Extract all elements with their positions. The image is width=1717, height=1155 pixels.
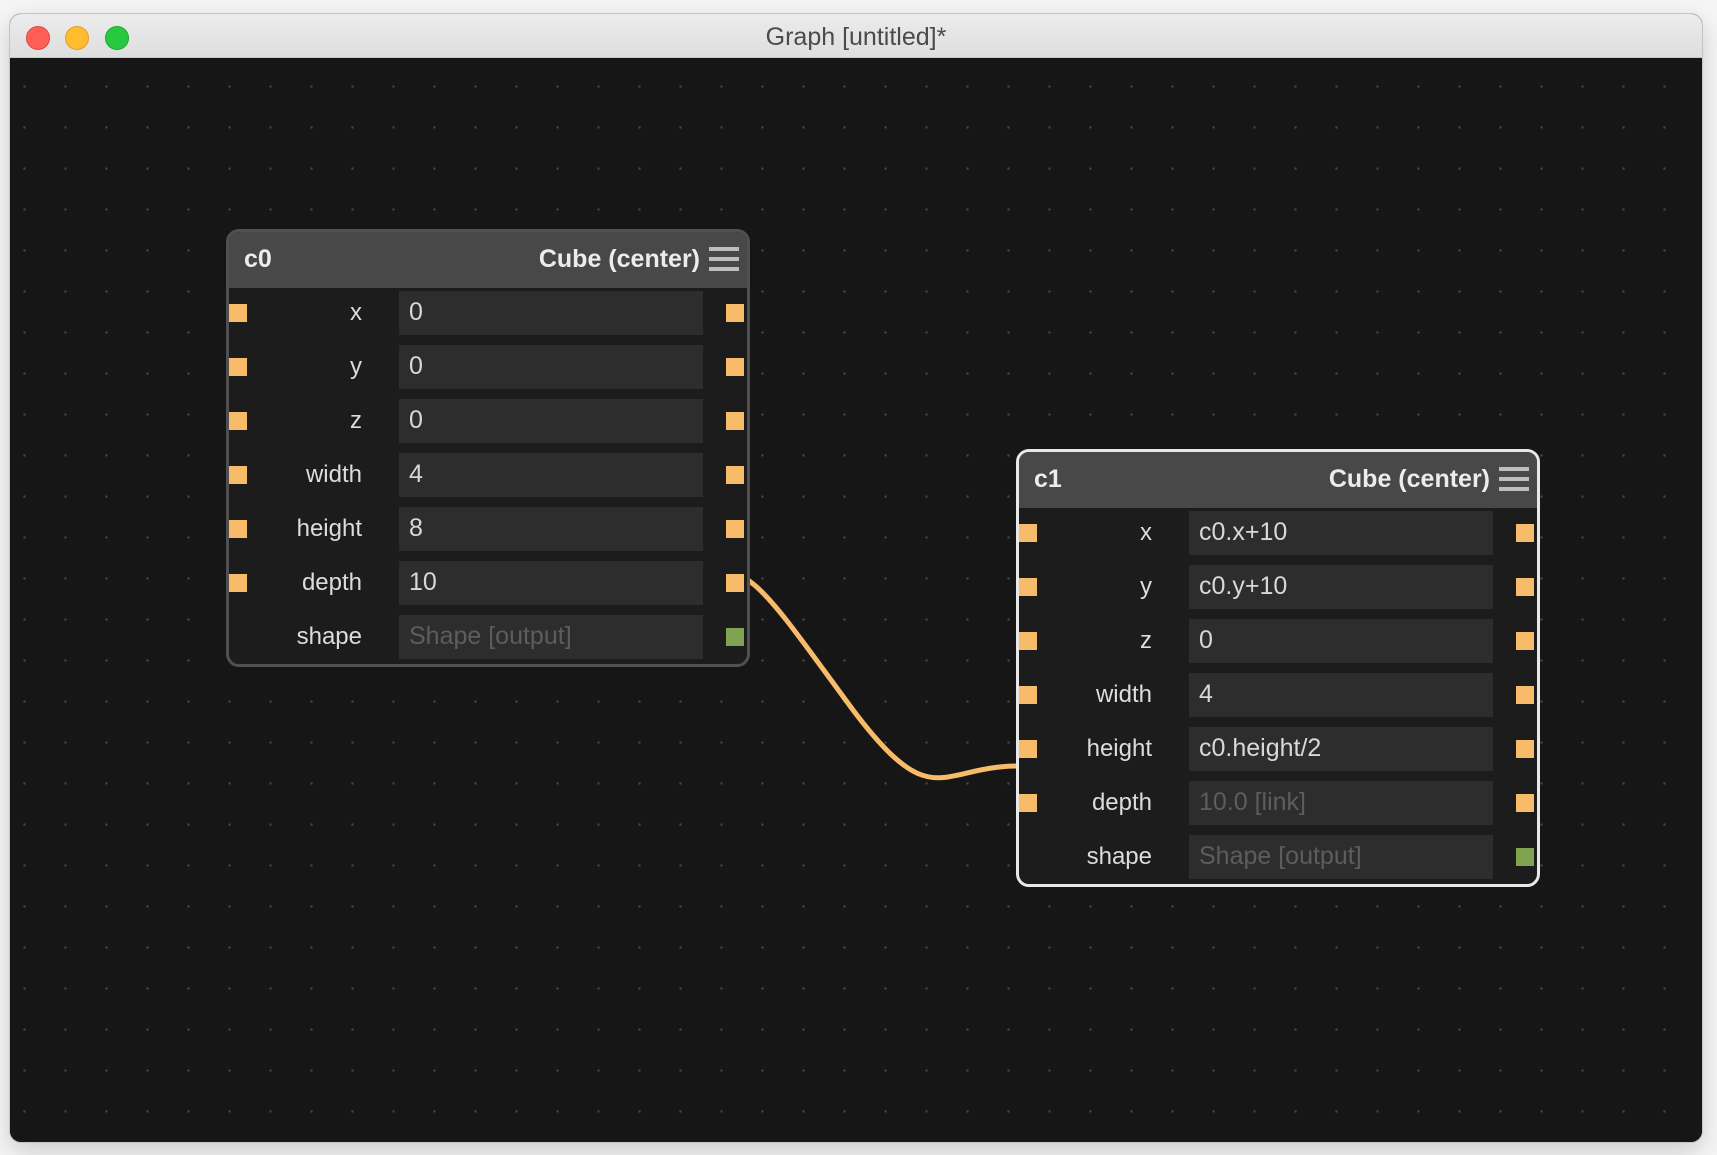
param-field-shape: Shape [output]	[1189, 835, 1493, 879]
param-label: z	[1140, 627, 1152, 654]
graph-window: Graph [untitled]* c0 Cube (center) x 0 y…	[10, 14, 1702, 1142]
node-type: Cube (center)	[1328, 465, 1490, 493]
graph-canvas[interactable]: c0 Cube (center) x 0 y 0 z 0 width 4 hei…	[10, 58, 1702, 1142]
param-field-height[interactable]: 8	[399, 507, 703, 551]
param-field-shape: Shape [output]	[399, 615, 703, 659]
node-c1[interactable]: c1 Cube (center) x c0.x+10 y c0.y+10 z 0…	[1016, 449, 1540, 887]
hamburger-menu-icon[interactable]	[709, 247, 739, 273]
output-port-height[interactable]	[726, 520, 744, 538]
param-row-y: y 0	[229, 345, 747, 389]
param-label: x	[350, 299, 362, 326]
param-row-y: y c0.y+10	[1019, 565, 1537, 609]
title-bar[interactable]: Graph [untitled]*	[10, 14, 1702, 58]
param-field-y[interactable]: c0.y+10	[1189, 565, 1493, 609]
hamburger-menu-icon[interactable]	[1499, 467, 1529, 493]
param-field-x[interactable]: 0	[399, 291, 703, 335]
param-label: y	[350, 353, 362, 380]
param-row-width: width 4	[1019, 673, 1537, 717]
param-row-height: height c0.height/2	[1019, 727, 1537, 771]
param-row-shape: shape Shape [output]	[1019, 835, 1537, 879]
param-row-height: height 8	[229, 507, 747, 551]
param-field-depth[interactable]: 10	[399, 561, 703, 605]
window-title: Graph [untitled]*	[765, 23, 947, 51]
param-label: shape	[1086, 843, 1152, 870]
param-field-x[interactable]: c0.x+10	[1189, 511, 1493, 555]
output-port-depth[interactable]	[726, 574, 744, 592]
param-field-width[interactable]: 4	[1189, 673, 1493, 717]
param-label: depth	[1091, 789, 1152, 816]
param-row-depth: depth 10.0 [link]	[1019, 781, 1537, 825]
node-name: c0	[244, 245, 272, 273]
output-port-height[interactable]	[1516, 740, 1534, 758]
param-row-z: z 0	[1019, 619, 1537, 663]
param-row-z: z 0	[229, 399, 747, 443]
param-label: y	[1140, 573, 1152, 600]
param-label: height	[1086, 735, 1152, 762]
param-field-height[interactable]: c0.height/2	[1189, 727, 1493, 771]
output-port-y[interactable]	[726, 358, 744, 376]
param-row-depth: depth 10	[229, 561, 747, 605]
node-header[interactable]: c1 Cube (center)	[1019, 452, 1537, 508]
param-row-shape: shape Shape [output]	[229, 615, 747, 659]
output-port-shape[interactable]	[1516, 848, 1534, 866]
output-port-x[interactable]	[726, 304, 744, 322]
param-row-x: x 0	[229, 291, 747, 335]
output-port-width[interactable]	[1516, 686, 1534, 704]
param-label: x	[1140, 519, 1152, 546]
output-port-depth[interactable]	[1516, 794, 1534, 812]
output-port-z[interactable]	[726, 412, 744, 430]
node-header[interactable]: c0 Cube (center)	[229, 232, 747, 288]
param-field-z[interactable]: 0	[399, 399, 703, 443]
param-field-y[interactable]: 0	[399, 345, 703, 389]
node-type: Cube (center)	[538, 245, 700, 273]
output-port-shape[interactable]	[726, 628, 744, 646]
param-label: width	[1095, 681, 1152, 708]
param-row-width: width 4	[229, 453, 747, 497]
param-label: z	[350, 407, 362, 434]
param-field-width[interactable]: 4	[399, 453, 703, 497]
param-label: width	[305, 461, 362, 488]
node-name: c1	[1034, 465, 1062, 493]
node-c0[interactable]: c0 Cube (center) x 0 y 0 z 0 width 4 hei…	[226, 229, 750, 667]
param-row-x: x c0.x+10	[1019, 511, 1537, 555]
output-port-z[interactable]	[1516, 632, 1534, 650]
param-field-depth: 10.0 [link]	[1189, 781, 1493, 825]
output-port-width[interactable]	[726, 466, 744, 484]
param-field-z[interactable]: 0	[1189, 619, 1493, 663]
output-port-y[interactable]	[1516, 578, 1534, 596]
output-port-x[interactable]	[1516, 524, 1534, 542]
param-label: depth	[301, 569, 362, 596]
param-label: height	[296, 515, 362, 542]
param-label: shape	[296, 623, 362, 650]
